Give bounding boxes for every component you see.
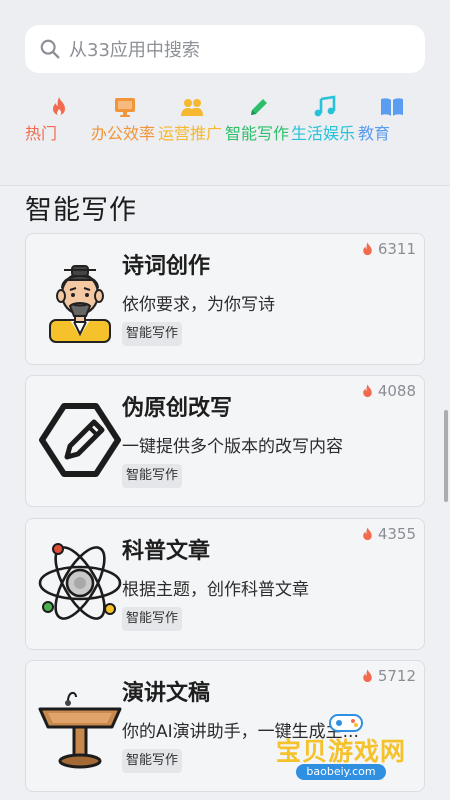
heat-count: 4355: [359, 525, 416, 543]
fire-icon: [363, 668, 372, 682]
book-icon: [381, 98, 403, 116]
card-tag: 智能写作: [122, 607, 183, 631]
category-label: 生活娱乐: [291, 124, 356, 143]
section-title: 智能写作: [25, 195, 137, 226]
monitor-icon: [115, 98, 135, 117]
card-tag: 智能写作: [122, 322, 183, 346]
card-title: 伪原创改写: [122, 396, 233, 421]
heat-value: 4088: [377, 382, 416, 400]
category-label: 智能写作: [225, 124, 290, 143]
category-education[interactable]: 教育: [358, 92, 426, 176]
search-bar[interactable]: 从33应用中搜索: [25, 25, 425, 73]
heat-count: 6311: [359, 240, 416, 258]
search-icon: [40, 39, 60, 59]
heat-value: 4355: [377, 525, 416, 543]
card-description: 一键提供多个版本的改写内容: [122, 437, 343, 457]
poet-icon: [49, 265, 111, 343]
watermark-url: baobeiy.com: [296, 764, 386, 780]
heat-count: 5712: [359, 667, 416, 685]
atom-icon: [38, 543, 122, 620]
category-life[interactable]: 生活娱乐: [291, 92, 359, 176]
scrollbar[interactable]: [444, 410, 448, 502]
category-bar: 热门 办公效率 运营推广 智能写作 生活娱乐 教育: [25, 92, 425, 176]
category-marketing[interactable]: 运营推广: [158, 92, 226, 176]
category-label: 热门: [25, 124, 58, 143]
card-tag: 智能写作: [122, 464, 183, 488]
app-card[interactable]: 科普文章 根据主题，创作科普文章 智能写作 4355: [25, 518, 425, 650]
app-card[interactable]: 诗词创作 依你要求，为你写诗 智能写作 6311: [25, 233, 425, 365]
watermark: 宝贝游戏网 baobeiy.com: [268, 712, 418, 790]
card-description: 根据主题，创作科普文章: [122, 580, 309, 600]
search-placeholder: 从33应用中搜索: [69, 40, 200, 61]
app-card[interactable]: 伪原创改写 一键提供多个版本的改写内容 智能写作 4088: [25, 375, 425, 507]
card-title: 科普文章: [122, 539, 211, 564]
podium-icon: [38, 691, 122, 769]
heat-value: 5712: [377, 667, 416, 685]
heat-value: 6311: [377, 240, 416, 258]
gamepad-icon: [329, 714, 363, 732]
card-tag: 智能写作: [122, 749, 183, 773]
fire-icon: [363, 383, 372, 397]
top-panel: 从33应用中搜索 热门 办公效率 运营推广 智能写作 生活娱乐 教育: [0, 0, 450, 186]
watermark-text: 宝贝游戏网: [276, 737, 407, 766]
card-title: 诗词创作: [122, 254, 211, 279]
category-label: 教育: [358, 124, 391, 143]
pen-icon: [251, 99, 267, 115]
fire-icon: [363, 241, 372, 255]
category-label: 办公效率: [91, 124, 156, 143]
fire-icon: [53, 97, 65, 115]
edit-hexagon-icon: [39, 403, 121, 477]
category-label: 运营推广: [158, 124, 223, 143]
card-description: 依你要求，为你写诗: [122, 295, 275, 315]
users-icon: [181, 99, 203, 116]
heat-count: 4088: [359, 382, 416, 400]
music-icon: [314, 95, 336, 117]
category-writing[interactable]: 智能写作: [225, 92, 293, 176]
category-office[interactable]: 办公效率: [91, 92, 159, 176]
category-hot[interactable]: 热门: [25, 92, 93, 176]
card-title: 演讲文稿: [122, 681, 211, 706]
fire-icon: [363, 526, 372, 540]
